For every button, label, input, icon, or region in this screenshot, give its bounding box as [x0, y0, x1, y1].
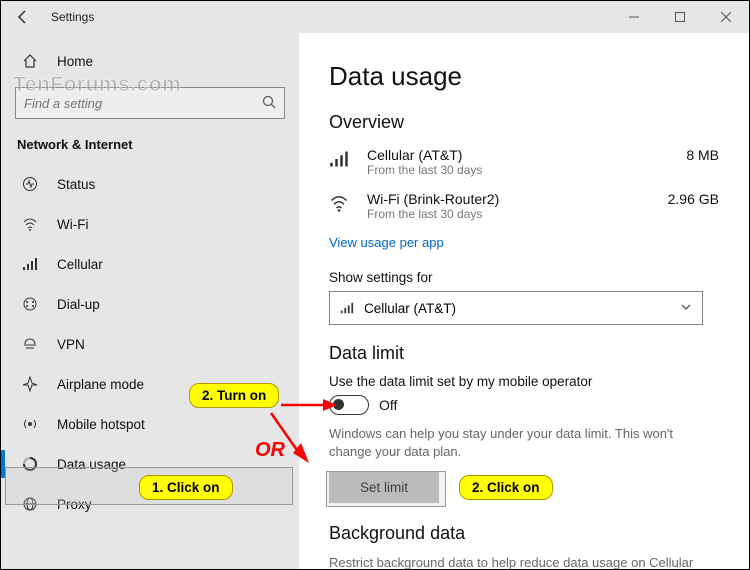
sidebar-item-label: Cellular: [57, 257, 103, 272]
back-button[interactable]: [1, 1, 45, 33]
sidebar-item-label: Dial-up: [57, 297, 100, 312]
search-input[interactable]: [24, 96, 262, 111]
dialup-icon: [21, 295, 39, 313]
wifi-icon: [329, 193, 355, 218]
search-box[interactable]: [15, 87, 285, 119]
usage-value: 2.96 GB: [668, 191, 719, 207]
sidebar-home-label: Home: [57, 54, 93, 69]
usage-row-cellular: Cellular (AT&T) From the last 30 days 8 …: [329, 143, 719, 187]
usage-sub: From the last 30 days: [367, 163, 676, 177]
usage-sub: From the last 30 days: [367, 207, 658, 221]
sidebar-item-vpn[interactable]: VPN: [1, 324, 299, 364]
cellular-icon: [21, 255, 39, 273]
titlebar: Settings: [1, 1, 749, 33]
usage-name: Cellular (AT&T): [367, 147, 676, 163]
airplane-icon: [21, 375, 39, 393]
sidebar-item-status[interactable]: Status: [1, 164, 299, 204]
proxy-icon: [21, 495, 39, 513]
show-settings-dropdown[interactable]: Cellular (AT&T): [329, 291, 703, 325]
search-icon: [262, 95, 276, 112]
page-title: Data usage: [329, 61, 719, 92]
sidebar-item-cellular[interactable]: Cellular: [1, 244, 299, 284]
chevron-down-icon: [680, 301, 692, 316]
toggle-state-label: Off: [379, 397, 397, 413]
sidebar-item-label: Airplane mode: [57, 377, 144, 392]
maximize-button[interactable]: [657, 1, 703, 33]
overview-header: Overview: [329, 112, 719, 133]
sidebar-item-label: Proxy: [57, 497, 92, 512]
sidebar-item-dialup[interactable]: Dial-up: [1, 284, 299, 324]
usage-row-wifi: Wi-Fi (Brink-Router2) From the last 30 d…: [329, 187, 719, 231]
data-usage-icon: [21, 455, 39, 473]
window-title: Settings: [51, 10, 611, 24]
home-icon: [21, 52, 39, 70]
sidebar-item-hotspot[interactable]: Mobile hotspot: [1, 404, 299, 444]
sidebar-item-label: Wi-Fi: [57, 217, 88, 232]
annotation-step2a: 2. Turn on: [189, 383, 279, 408]
wifi-icon: [21, 215, 39, 233]
usage-value: 8 MB: [686, 147, 719, 163]
use-operator-label: Use the data limit set by my mobile oper…: [329, 374, 719, 389]
status-icon: [21, 175, 39, 193]
cellular-icon: [329, 149, 355, 174]
annotation-step1: 1. Click on: [139, 475, 233, 500]
dropdown-value: Cellular (AT&T): [364, 301, 456, 316]
close-button[interactable]: [703, 1, 749, 33]
show-settings-label: Show settings for: [329, 270, 719, 285]
data-limit-header: Data limit: [329, 343, 719, 364]
set-limit-button[interactable]: Set limit: [329, 471, 439, 503]
sidebar-home[interactable]: Home: [1, 41, 299, 81]
sidebar-item-label: Status: [57, 177, 95, 192]
cellular-icon: [340, 301, 354, 315]
background-data-text: Restrict background data to help reduce …: [329, 554, 719, 569]
background-data-header: Background data: [329, 523, 719, 544]
data-limit-help-text: Windows can help you stay under your dat…: [329, 425, 719, 461]
sidebar-item-label: VPN: [57, 337, 85, 352]
vpn-icon: [21, 335, 39, 353]
hotspot-icon: [21, 415, 39, 433]
annotation-step2b: 2. Click on: [459, 475, 553, 500]
usage-name: Wi-Fi (Brink-Router2): [367, 191, 658, 207]
sidebar-item-label: Mobile hotspot: [57, 417, 145, 432]
sidebar-item-wifi[interactable]: Wi-Fi: [1, 204, 299, 244]
annotation-or: OR: [255, 439, 285, 462]
sidebar-item-label: Data usage: [57, 457, 126, 472]
minimize-button[interactable]: [611, 1, 657, 33]
window-controls: [611, 1, 749, 33]
sidebar-group-header: Network & Internet: [1, 129, 299, 164]
view-usage-per-app-link[interactable]: View usage per app: [329, 235, 444, 250]
